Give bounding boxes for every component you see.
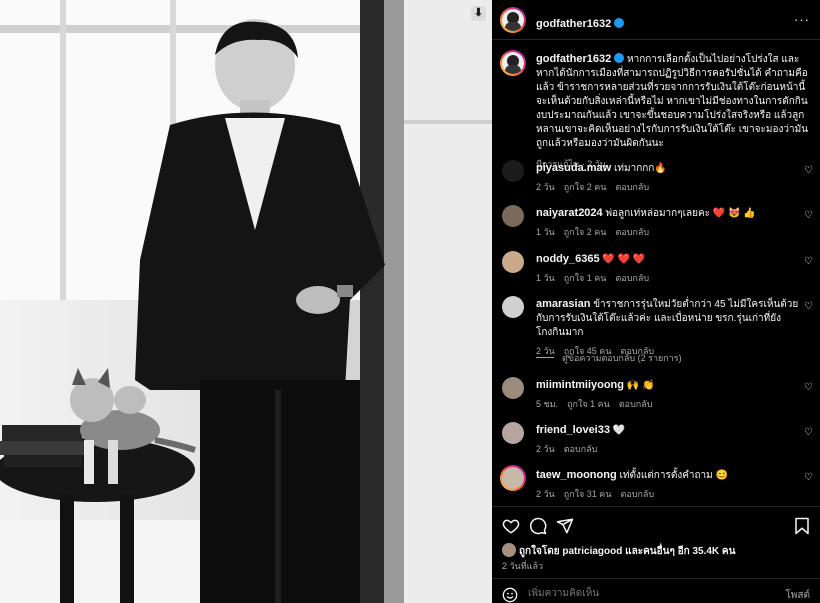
action-bar bbox=[492, 506, 820, 546]
comment-like-heart-icon[interactable]: ♡ bbox=[804, 383, 814, 393]
caption-avatar[interactable] bbox=[502, 52, 524, 74]
replies-line bbox=[536, 357, 554, 358]
post-panel: godfather1632 ··· godfather1632 หากการเล… bbox=[492, 0, 820, 603]
verified-badge-icon bbox=[614, 53, 625, 63]
comment-text: 🙌 👏 bbox=[626, 380, 655, 391]
author-username[interactable]: godfather1632 bbox=[536, 18, 611, 30]
commenter-username[interactable]: friend_lovei33 bbox=[536, 424, 610, 436]
verified-badge-icon bbox=[614, 18, 625, 28]
commenter-username[interactable]: noddy_6365 bbox=[536, 253, 600, 265]
commenter-avatar[interactable] bbox=[502, 205, 524, 227]
reply-button[interactable]: ตอบกลับ bbox=[615, 273, 649, 283]
comment-time: 2 วัน bbox=[536, 489, 555, 499]
comment-time: 2 วัน bbox=[536, 444, 555, 454]
likes-row[interactable]: ถูกใจโดย patriciagood และคนอื่นๆ อีก 35.… bbox=[502, 543, 735, 559]
post-photo[interactable]: ⬇ bbox=[0, 0, 492, 603]
comment-time: 1 วัน bbox=[536, 273, 555, 283]
likes-text: ถูกใจโดย patriciagood และคนอื่นๆ อีก 35.… bbox=[519, 546, 736, 557]
comment-time: 5 ชม. bbox=[536, 399, 559, 409]
view-replies[interactable]: ดูข้อความตอบกลับ (2 รายการ) bbox=[536, 351, 682, 365]
share-send-icon[interactable] bbox=[556, 517, 574, 535]
comment-text: เท่ตั้งแต่การตั้งคำถาม 😊 bbox=[619, 470, 728, 481]
comment-likes[interactable]: ถูกใจ 1 คน bbox=[564, 273, 607, 283]
liker-avatar bbox=[502, 543, 516, 557]
comment-like-heart-icon[interactable]: ♡ bbox=[804, 211, 814, 221]
comment-like-heart-icon[interactable]: ♡ bbox=[804, 302, 814, 312]
reply-button[interactable]: ตอบกลับ bbox=[619, 399, 653, 409]
commenter-username[interactable]: miimintmiiyoong bbox=[536, 379, 624, 391]
view-replies-label: ดูข้อความตอบกลับ (2 รายการ) bbox=[562, 353, 682, 363]
commenter-username[interactable]: amarasian bbox=[536, 298, 590, 310]
comment-likes[interactable]: ถูกใจ 2 คน bbox=[564, 227, 607, 237]
comment-like-heart-icon[interactable]: ♡ bbox=[804, 166, 814, 176]
post-time: 2 วันที่แล้ว bbox=[502, 561, 544, 571]
post-header: godfather1632 ··· bbox=[492, 0, 820, 40]
commenter-avatar[interactable] bbox=[502, 251, 524, 273]
save-bookmark-icon[interactable] bbox=[794, 517, 810, 535]
commenter-avatar[interactable] bbox=[502, 467, 524, 489]
comment-time: 1 วัน bbox=[536, 227, 555, 237]
commenter-avatar[interactable] bbox=[502, 422, 524, 444]
reply-button[interactable]: ตอบกลับ bbox=[620, 489, 654, 499]
reply-button[interactable]: ตอบกลับ bbox=[615, 227, 649, 237]
comment-bubble-icon[interactable] bbox=[529, 517, 547, 535]
comment-text: 🤍 bbox=[612, 425, 626, 436]
commenter-username[interactable]: taew_moonong bbox=[536, 469, 617, 481]
commenter-avatar[interactable] bbox=[502, 296, 524, 318]
author-avatar[interactable] bbox=[502, 9, 524, 31]
commenter-username[interactable]: piyasuda.maw bbox=[536, 162, 611, 174]
emoji-icon[interactable] bbox=[502, 587, 518, 603]
reply-button[interactable]: ตอบกลับ bbox=[615, 182, 649, 192]
comment-text: พ่อลูกเท่หล่อมากๆเลยคะ ❤️ 😻 👍 bbox=[605, 208, 756, 219]
reply-button[interactable]: ตอบกลับ bbox=[564, 444, 598, 454]
comment-like-heart-icon[interactable]: ♡ bbox=[804, 473, 814, 483]
comment-like-heart-icon[interactable]: ♡ bbox=[804, 428, 814, 438]
more-options-icon[interactable]: ··· bbox=[794, 12, 810, 27]
download-icon[interactable]: ⬇ bbox=[471, 6, 486, 21]
comment-likes[interactable]: ถูกใจ 31 คน bbox=[564, 489, 612, 499]
like-heart-icon[interactable] bbox=[502, 517, 520, 535]
comment-likes[interactable]: ถูกใจ 1 คน bbox=[567, 399, 610, 409]
commenter-avatar[interactable] bbox=[502, 160, 524, 182]
caption-text: หากการเลือกตั้งเป็นไปอย่างโปร่งใส และหาก… bbox=[536, 54, 808, 149]
add-comment-bar: โพสต์ bbox=[492, 578, 820, 603]
comment-likes[interactable]: ถูกใจ 2 คน bbox=[564, 182, 607, 192]
comment-text: ❤️ ❤️ ❤️ bbox=[602, 254, 646, 265]
commenter-username[interactable]: naiyarat2024 bbox=[536, 207, 603, 219]
comment-like-heart-icon[interactable]: ♡ bbox=[804, 257, 814, 267]
comment-text: เท่มากกก🔥 bbox=[613, 163, 667, 174]
comment-time: 2 วัน bbox=[536, 182, 555, 192]
commenter-avatar[interactable] bbox=[502, 377, 524, 399]
post-comment-button[interactable]: โพสต์ bbox=[785, 588, 810, 603]
add-comment-input[interactable] bbox=[528, 585, 758, 601]
post-image bbox=[0, 0, 492, 603]
caption-username[interactable]: godfather1632 bbox=[536, 53, 611, 65]
